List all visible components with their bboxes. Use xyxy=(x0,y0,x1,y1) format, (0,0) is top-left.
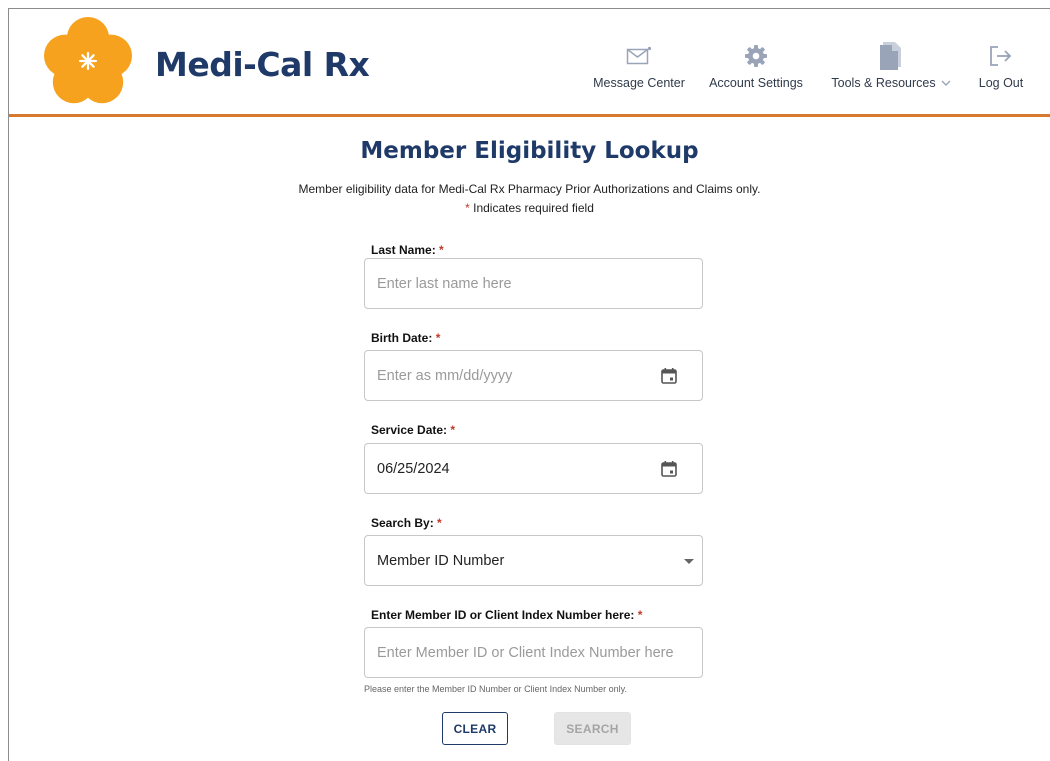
brand-title: Medi-Cal Rx xyxy=(155,45,370,84)
service-date-input[interactable] xyxy=(377,444,690,493)
nav-message-center[interactable]: Message Center xyxy=(592,39,686,99)
nav-tools-resources[interactable]: Tools & Resources xyxy=(827,39,955,99)
member-id-hint: Please enter the Member ID Number or Cli… xyxy=(364,684,627,694)
calendar-icon[interactable] xyxy=(660,367,678,385)
document-icon xyxy=(880,42,901,70)
required-star: * xyxy=(637,608,643,622)
required-star: * xyxy=(439,243,444,257)
birth-date-label: Birth Date: * xyxy=(371,331,440,345)
last-name-input[interactable] xyxy=(377,259,690,308)
required-star: * xyxy=(465,201,470,215)
search-by-label: Search By: * xyxy=(371,516,442,530)
label-text: Enter Member ID or Client Index Number h… xyxy=(371,608,635,622)
member-id-label: Enter Member ID or Client Index Number h… xyxy=(371,608,642,622)
logout-icon xyxy=(990,46,1012,66)
label-text: Birth Date: xyxy=(371,331,433,345)
member-id-input[interactable] xyxy=(377,628,690,677)
required-star: * xyxy=(435,331,441,345)
last-name-field[interactable] xyxy=(364,258,703,309)
poppy-flower-icon xyxy=(44,17,132,104)
birth-date-field[interactable] xyxy=(364,350,703,401)
service-date-field[interactable] xyxy=(364,443,703,494)
site-header: Medi-Cal Rx Message Center Account Setti… xyxy=(9,9,1050,117)
member-id-field[interactable] xyxy=(364,627,703,678)
required-star: * xyxy=(450,423,456,437)
search-button[interactable]: SEARCH xyxy=(554,712,631,745)
nav-label: Log Out xyxy=(978,76,1024,90)
clear-button[interactable]: CLEAR xyxy=(442,712,508,745)
app-frame: Medi-Cal Rx Message Center Account Setti… xyxy=(8,8,1050,761)
required-note-text: Indicates required field xyxy=(473,201,594,215)
nav-label: Tools & Resources xyxy=(831,76,951,90)
last-name-label: Last Name: * xyxy=(371,243,444,257)
nav-account-settings[interactable]: Account Settings xyxy=(706,39,806,99)
search-by-select[interactable]: Member ID Number xyxy=(364,535,703,586)
label-text: Last Name: xyxy=(371,243,436,257)
search-by-selected-value: Member ID Number xyxy=(377,552,505,569)
required-field-note: * Indicates required field xyxy=(9,201,1050,215)
envelope-icon xyxy=(626,46,652,65)
required-star: * xyxy=(437,516,442,530)
nav-log-out[interactable]: Log Out xyxy=(976,39,1026,99)
label-text: Search By: xyxy=(371,516,434,530)
gear-icon xyxy=(745,45,767,67)
nav-label-text: Tools & Resources xyxy=(831,76,936,90)
chevron-down-icon xyxy=(941,80,951,86)
service-date-label: Service Date: * xyxy=(371,423,455,437)
caret-down-icon[interactable] xyxy=(684,559,694,564)
page-subtitle: Member eligibility data for Medi-Cal Rx … xyxy=(298,182,761,196)
birth-date-input[interactable] xyxy=(377,351,690,400)
calendar-icon[interactable] xyxy=(660,460,678,478)
label-text: Service Date: xyxy=(371,423,448,437)
nav-label: Message Center xyxy=(593,76,685,90)
page-title: Member Eligibility Lookup xyxy=(360,138,699,164)
nav-label: Account Settings xyxy=(709,76,803,90)
